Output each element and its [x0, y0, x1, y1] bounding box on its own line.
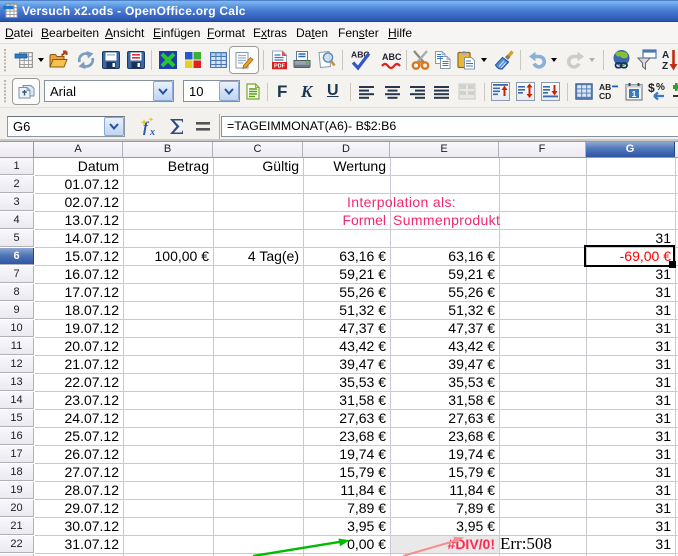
svg-text:CD: CD [599, 91, 611, 101]
svg-text:ABC: ABC [382, 52, 402, 62]
svg-text:1: 1 [632, 89, 637, 99]
svg-text:x: x [149, 127, 155, 137]
svg-text:%: % [656, 82, 665, 93]
svg-text:Z: Z [662, 61, 668, 72]
svg-text:A: A [662, 50, 669, 61]
svg-text:$: $ [648, 81, 655, 95]
svg-text:PDF: PDF [274, 64, 286, 70]
